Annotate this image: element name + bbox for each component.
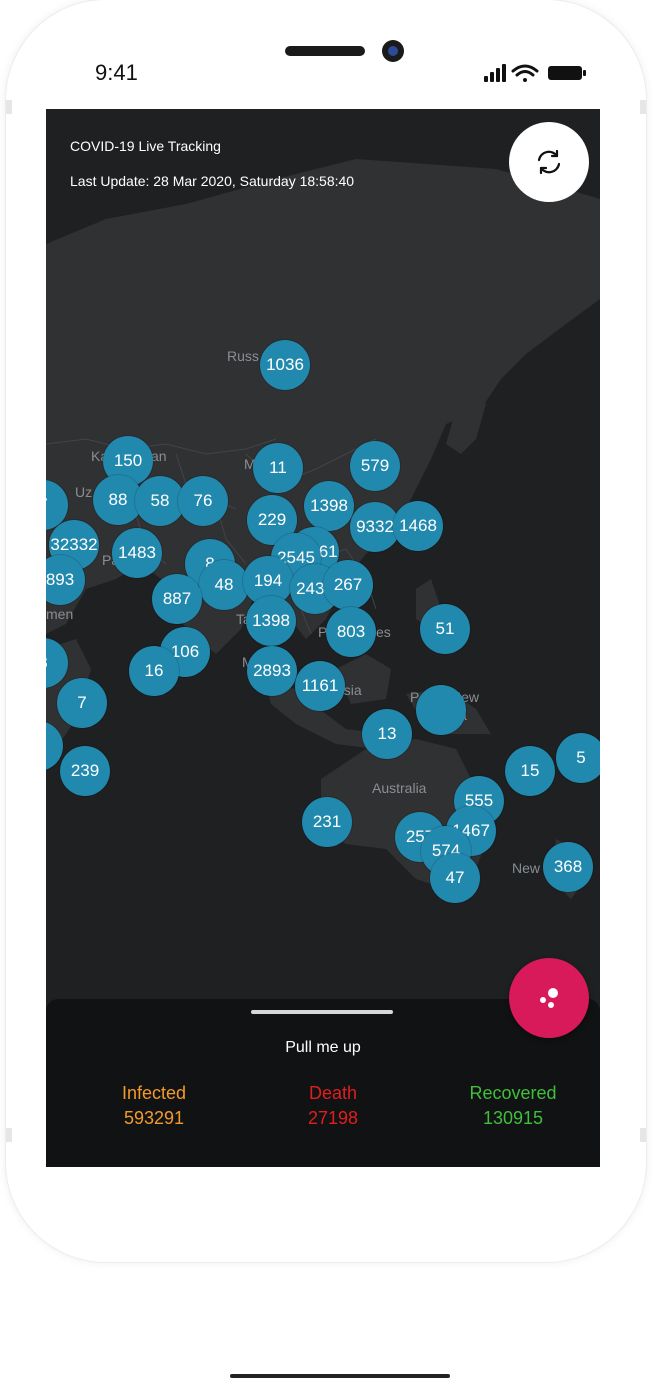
side-button-right-lower <box>640 1128 646 1142</box>
cluster-marker[interactable]: 1161 <box>295 661 345 711</box>
map-label-philippines-b: es <box>376 624 391 640</box>
cluster-fab-button[interactable] <box>509 958 589 1038</box>
stat-infected: Infected 593291 <box>74 1083 234 1129</box>
cluster-marker[interactable]: 267 <box>323 560 373 610</box>
refresh-button[interactable] <box>509 122 589 202</box>
stat-death-value: 27198 <box>307 1108 359 1128</box>
pull-up-label: Pull me up <box>285 1039 361 1056</box>
cluster-marker[interactable]: 887 <box>152 574 202 624</box>
cluster-marker[interactable]: 1398 <box>304 481 354 531</box>
cluster-marker[interactable]: 368 <box>543 842 593 892</box>
stats-panel[interactable]: Pull me up Infected 593291 Death 27198 R… <box>46 999 600 1167</box>
wifi-icon <box>511 64 539 82</box>
map-label-australia: Australia <box>372 780 427 796</box>
cluster-marker[interactable]: 579 <box>350 441 400 491</box>
cluster-marker[interactable]: 16 <box>129 646 179 696</box>
cluster-marker[interactable]: 1468 <box>393 501 443 551</box>
cluster-icon <box>540 988 558 1008</box>
status-time: 9:41 <box>95 60 138 85</box>
refresh-icon <box>537 149 561 175</box>
stat-death-label: Death <box>308 1083 358 1103</box>
stat-infected-value: 593291 <box>123 1108 185 1128</box>
stat-recovered-value: 130915 <box>482 1108 544 1128</box>
stat-infected-label: Infected <box>121 1083 187 1103</box>
side-button-right <box>640 100 646 114</box>
cluster-marker[interactable]: 1036 <box>260 340 310 390</box>
front-camera <box>382 40 404 62</box>
cluster-marker[interactable]: 2893 <box>247 646 297 696</box>
speaker-grille <box>285 46 365 56</box>
battery-icon <box>548 66 586 80</box>
map-label-russia: Russ <box>227 348 259 364</box>
cluster-marker[interactable]: 239 <box>60 746 110 796</box>
cluster-marker[interactable]: 76 <box>178 476 228 526</box>
drag-handle[interactable] <box>251 1010 393 1014</box>
cluster-marker[interactable]: 13 <box>362 709 412 759</box>
cluster-marker[interactable]: 1483 <box>112 528 162 578</box>
stat-recovered: Recovered 130915 <box>433 1083 593 1129</box>
map-label-uzbekistan: Uz <box>75 484 93 500</box>
cluster-marker[interactable]: 51 <box>420 604 470 654</box>
stat-death: Death 27198 <box>253 1083 413 1129</box>
cluster-marker[interactable]: 11 <box>253 443 303 493</box>
home-indicator[interactable] <box>230 1374 450 1378</box>
status-icons <box>482 62 588 84</box>
cluster-marker[interactable]: 5 <box>556 733 600 783</box>
map-label-kazakhstan-b: an <box>151 448 167 464</box>
cluster-marker[interactable]: 1398 <box>246 596 296 646</box>
app-title: COVID-19 Live Tracking <box>70 138 221 154</box>
cluster-marker[interactable]: 7 <box>57 678 107 728</box>
map-label-yemen: men <box>46 606 74 622</box>
map-label-new-zealand: New <box>512 860 541 876</box>
side-button-left <box>6 100 12 114</box>
cluster-marker[interactable]: 231 <box>302 797 352 847</box>
cluster-marker[interactable]: 15 <box>505 746 555 796</box>
signal-icon <box>484 64 506 82</box>
side-button-left-lower <box>6 1128 12 1142</box>
cluster-marker[interactable] <box>416 685 466 735</box>
cluster-marker[interactable]: 47 <box>430 853 480 903</box>
app-screen: Russ Ka an Uz M Pa men Ta Ph es Ma esia … <box>46 109 600 1167</box>
last-update-text: Last Update: 28 Mar 2020, Saturday 18:58… <box>70 173 355 189</box>
stat-recovered-label: Recovered <box>469 1083 557 1103</box>
cluster-marker[interactable]: 48 <box>199 560 249 610</box>
cluster-marker[interactable]: 803 <box>326 607 376 657</box>
